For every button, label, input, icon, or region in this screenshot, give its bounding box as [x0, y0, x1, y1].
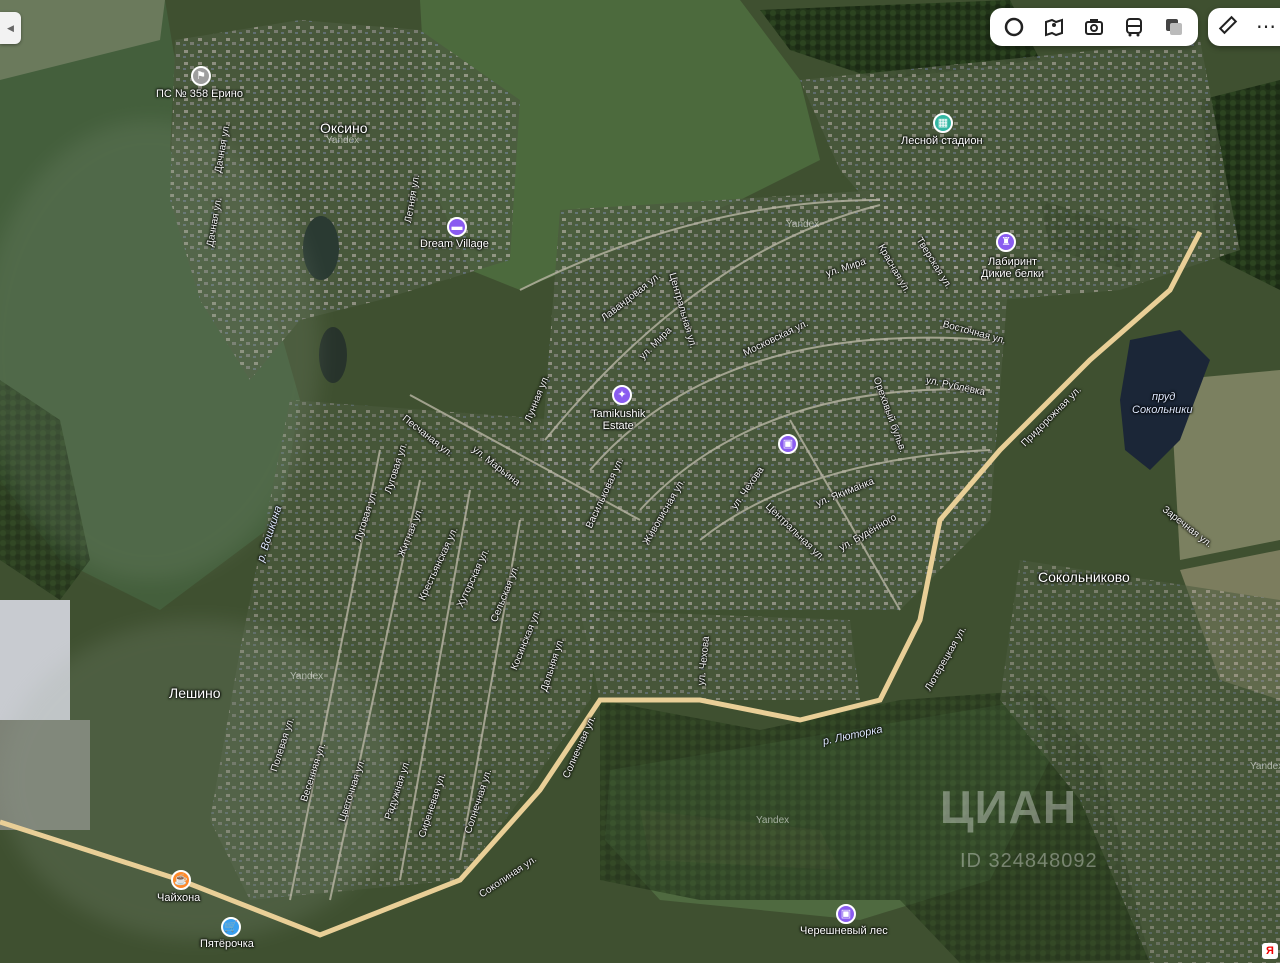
yandex-mark-4: Yandex: [326, 135, 360, 146]
briefcase-poi-icon[interactable]: ▣: [778, 434, 798, 454]
pond-south-oksino: [319, 327, 347, 383]
water-prud-label: пруд: [1152, 391, 1176, 403]
settlement-oksino: Оксино: [320, 120, 368, 136]
camera-icon: [1085, 19, 1103, 35]
panorama-button[interactable]: [1038, 11, 1070, 43]
yandex-mark-1: Yandex: [786, 219, 820, 230]
yandex-mark-5: Yandex: [290, 671, 324, 682]
stadium-poi-icon[interactable]: ▦: [933, 113, 953, 133]
map-person-icon: [1045, 18, 1063, 37]
poi-labirint-line1: Лабиринт: [987, 256, 1038, 268]
collapse-panel-button[interactable]: ◀: [0, 12, 21, 44]
shop-poi-icon[interactable]: 🛒: [221, 917, 241, 937]
ruler-icon: [1218, 15, 1238, 34]
poi-ps358[interactable]: ПС № 358 Ерино: [156, 88, 243, 100]
satellite-map[interactable]: [0, 0, 1280, 963]
transit-button[interactable]: [1118, 11, 1150, 43]
poi-tamikushik[interactable]: Tamikushik Estate: [591, 408, 645, 432]
water-sokolniki-label: Сокольники: [1132, 404, 1193, 416]
traffic-circle-icon: [1004, 17, 1024, 37]
poi-chaikhona[interactable]: Чайхона: [157, 892, 200, 904]
poi-pyaterochka[interactable]: Пятёрочка: [200, 938, 254, 950]
hotel-poi-icon[interactable]: ▬: [447, 217, 467, 237]
layers-button[interactable]: [1158, 11, 1190, 43]
settlement-sokolnikovo: Сокольниково: [1038, 569, 1130, 585]
more-button[interactable]: ⋯: [1256, 17, 1276, 37]
poi-tamikushik-line1: Tamikushik: [591, 408, 646, 420]
cafe-poi-icon[interactable]: ☕: [171, 870, 191, 890]
map-toolbar-extra: ⋯: [1208, 8, 1280, 46]
watermark-brand: ЦИАН: [940, 781, 1078, 833]
poi-labirint-line2: Дикие белки: [981, 268, 1045, 280]
settlement-leshino: Лешино: [169, 685, 221, 701]
poi-labirint[interactable]: Лабиринт Дикие белки: [981, 256, 1044, 280]
camera-button[interactable]: [1078, 11, 1110, 43]
bus-icon: [1126, 18, 1142, 37]
poi-tamikushik-line2: Estate: [602, 420, 634, 432]
more-dots-icon: ⋯: [1256, 16, 1276, 38]
watermark-id: ID 324848092: [960, 850, 1098, 872]
yandex-logo-icon[interactable]: Я: [1262, 943, 1278, 959]
yandex-mark-2: Yandex: [756, 815, 790, 826]
layers-icon: [1166, 19, 1182, 35]
poi-chereshnevy-les[interactable]: Черешневый лес: [800, 925, 888, 937]
yandex-mark-3: Yandex: [1250, 761, 1280, 772]
trophy-poi-icon[interactable]: ♜: [996, 232, 1016, 252]
briefcase-poi-icon-2[interactable]: ▣: [836, 904, 856, 924]
caret-left-icon: ◀: [7, 22, 14, 33]
flag-poi-icon[interactable]: ⚑: [191, 66, 211, 86]
poi-lesnoy-stadion[interactable]: Лесной стадион: [901, 135, 983, 147]
poi-dream-village[interactable]: Dream Village: [420, 238, 489, 250]
map-toolbar: [990, 8, 1198, 46]
ruler-button[interactable]: [1218, 15, 1238, 40]
sport-poi-icon[interactable]: ✦: [612, 385, 632, 405]
traffic-layer-button[interactable]: [998, 11, 1030, 43]
residential-south-center: [580, 610, 860, 700]
